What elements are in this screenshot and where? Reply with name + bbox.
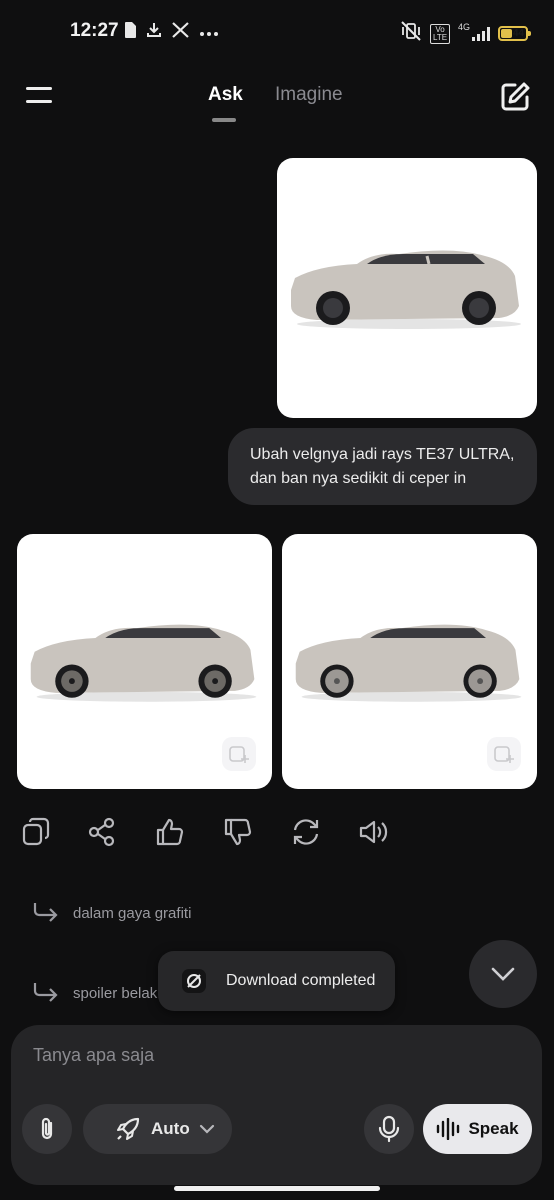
x-logo-icon: [172, 22, 189, 43]
response-actions: [0, 812, 554, 852]
status-time: 12:27: [70, 20, 119, 41]
prompt-input[interactable]: [33, 1041, 513, 1069]
battery-icon: 44: [498, 26, 531, 41]
paperclip-icon: [41, 1117, 53, 1140]
tab-ask[interactable]: Ask: [208, 84, 243, 106]
speak-label: Speak: [468, 1119, 519, 1138]
signal-icon: [472, 26, 490, 41]
tab-imagine[interactable]: Imagine: [275, 84, 343, 106]
speaker-icon[interactable]: [357, 816, 389, 848]
speak-button[interactable]: Speak: [423, 1104, 532, 1154]
status-bar: 12:27 Vo LTE 4G 44: [0, 0, 554, 62]
suggestion-label: dalam gaya grafiti: [73, 904, 192, 922]
generated-image-1[interactable]: [17, 534, 272, 789]
mode-label: Auto: [151, 1119, 190, 1138]
return-arrow-icon: [33, 983, 58, 1002]
suggestion-label: spoiler belak: [73, 984, 158, 1002]
composer: Auto Speak: [11, 1025, 542, 1185]
return-arrow-icon: [33, 903, 58, 922]
chevron-down-icon: [491, 967, 515, 981]
share-icon[interactable]: [86, 816, 118, 848]
scroll-down-button[interactable]: [469, 940, 537, 1008]
thumbs-down-icon[interactable]: [222, 816, 254, 848]
battery-percent: 44: [512, 28, 524, 39]
toast-text: Download completed: [226, 972, 376, 989]
user-message-bubble: Ubah velgnya jadi rays TE37 ULTRA, dan b…: [228, 428, 537, 505]
attach-button[interactable]: [22, 1104, 72, 1154]
image-add-icon[interactable]: [487, 737, 521, 771]
suggestion-item[interactable]: spoiler belak: [32, 976, 157, 1010]
sim-card-icon: [124, 22, 136, 43]
system-icons: Vo LTE 4G 44: [400, 21, 531, 46]
download-toast: Download completed: [158, 951, 395, 1011]
home-indicator: [174, 1186, 380, 1191]
rocket-icon: [117, 1117, 140, 1140]
network-type: 4G: [457, 21, 470, 32]
microphone-icon: [378, 1115, 400, 1143]
regenerate-icon[interactable]: [290, 816, 322, 848]
car-image: [291, 250, 521, 329]
volte-badge: Vo LTE: [429, 23, 450, 44]
new-chat-edit-icon[interactable]: [498, 80, 532, 114]
active-tab-indicator: [212, 118, 236, 122]
download-status-icon: [180, 967, 208, 995]
generated-image-2[interactable]: [282, 534, 537, 789]
top-bar: Ask Imagine: [0, 72, 554, 128]
mode-selector[interactable]: Auto: [83, 1104, 232, 1154]
thumbs-up-icon[interactable]: [154, 816, 186, 848]
voice-waveform-icon: [437, 1118, 460, 1140]
user-uploaded-image[interactable]: [277, 158, 537, 418]
copy-icon[interactable]: [20, 816, 52, 848]
menu-icon[interactable]: [24, 84, 56, 108]
suggestion-item[interactable]: dalam gaya grafiti: [32, 896, 191, 930]
image-add-icon[interactable]: [222, 737, 256, 771]
battery-fill: [501, 29, 512, 38]
download-icon: [146, 22, 162, 43]
silent-vibrate-icon: [400, 21, 422, 46]
notification-icons: [124, 22, 219, 43]
more-dots-icon: [199, 24, 219, 42]
microphone-button[interactable]: [364, 1104, 414, 1154]
chevron-down-icon: [199, 1124, 214, 1134]
